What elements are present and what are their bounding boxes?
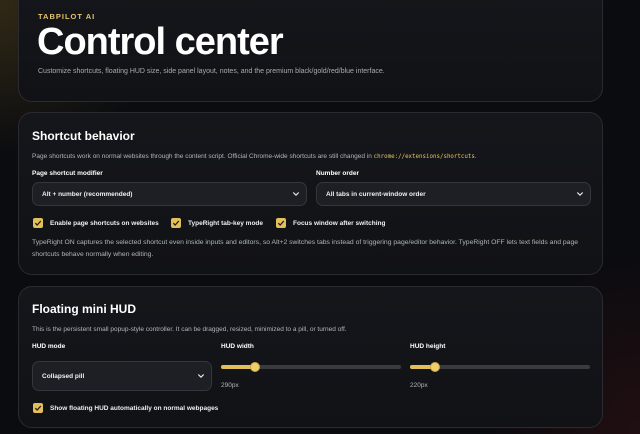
hud-section-desc: This is the persistent small popup-style… (32, 326, 347, 333)
brand-label: TABPILOT AI (38, 12, 96, 21)
order-select[interactable]: All tabs in current-window order (316, 182, 591, 206)
chevron-down-icon (577, 192, 583, 196)
shortcut-section-title: Shortcut behavior (32, 129, 135, 143)
order-select-value: All tabs in current-window order (326, 190, 426, 198)
shortcut-behavior-card: Shortcut behavior Page shortcuts work on… (18, 112, 603, 275)
checkbox-checked-icon (276, 218, 286, 228)
modifier-label: Page shortcut modifier (32, 170, 103, 177)
show-hud-auto-label: Show floating HUD automatically on norma… (50, 404, 219, 412)
slider-thumb[interactable] (249, 362, 260, 372)
modifier-select-value: Alt + number (recommended) (42, 190, 133, 198)
floating-hud-card: Floating mini HUD This is the persistent… (18, 286, 603, 428)
hud-height-slider[interactable] (410, 362, 590, 372)
chevron-down-icon (293, 192, 299, 196)
enable-page-shortcuts-checkbox[interactable]: Enable page shortcuts on websites (33, 218, 159, 228)
chrome-shortcuts-code: chrome://extensions/shortcuts (373, 154, 475, 160)
hud-mode-value: Collapsed pill (42, 372, 85, 380)
slider-thumb[interactable] (430, 362, 441, 372)
enable-page-shortcuts-label: Enable page shortcuts on websites (50, 219, 159, 227)
typeright-explanation: TypeRight ON captures the selected short… (32, 239, 579, 258)
hud-height-value: 220px (410, 382, 428, 389)
checkbox-checked-icon (33, 218, 43, 228)
shortcut-section-desc: Page shortcuts work on normal websites t… (32, 153, 477, 160)
focus-window-checkbox[interactable]: Focus window after switching (276, 218, 385, 228)
shortcut-desc-suffix: . (474, 153, 477, 160)
hud-height-label: HUD height (410, 343, 446, 350)
modifier-select[interactable]: Alt + number (recommended) (32, 182, 307, 206)
typeright-checkbox[interactable]: TypeRight tab-key mode (171, 218, 263, 228)
checkbox-checked-icon (33, 403, 43, 413)
hud-width-value: 290px (221, 382, 239, 389)
typeright-label: TypeRight tab-key mode (188, 219, 264, 227)
hud-section-title: Floating mini HUD (32, 302, 136, 316)
checkbox-checked-icon (171, 218, 181, 228)
order-label: Number order (316, 170, 359, 177)
hud-mode-label: HUD mode (32, 343, 66, 350)
hero-card: TABPILOT AI Control center Customize sho… (18, 0, 603, 102)
hud-mode-select[interactable]: Collapsed pill (32, 361, 212, 391)
page-subtitle: Customize shortcuts, floating HUD size, … (38, 68, 385, 75)
focus-window-label: Focus window after switching (293, 219, 386, 227)
page-title: Control center (37, 21, 284, 63)
hud-width-label: HUD width (221, 343, 254, 350)
hud-width-slider[interactable] (221, 362, 401, 372)
shortcut-desc-text: Page shortcuts work on normal websites t… (32, 153, 374, 160)
show-hud-auto-checkbox[interactable]: Show floating HUD automatically on norma… (33, 403, 218, 413)
chevron-down-icon (198, 374, 204, 378)
